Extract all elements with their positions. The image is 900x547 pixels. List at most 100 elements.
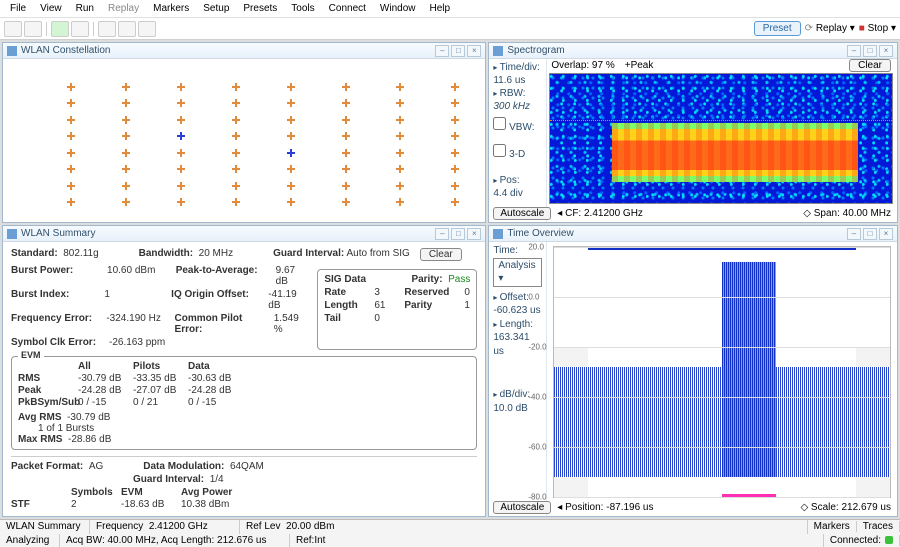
menu-presets[interactable]: Presets — [237, 2, 283, 15]
constellation-point — [232, 198, 240, 206]
panel-icon — [7, 46, 17, 56]
spectrogram-sidebar: ▸ Time/div: 11.6 us ▸ RBW: 300 kHz VBW: … — [489, 59, 547, 222]
constellation-point — [287, 182, 295, 190]
spectrogram-plot[interactable] — [549, 73, 893, 204]
toolbar: Preset ⟳ Replay ▾ ■ Stop ▾ — [0, 18, 900, 40]
panel-close-icon[interactable]: × — [879, 45, 893, 57]
constellation-point — [177, 116, 185, 124]
constellation-point — [451, 149, 459, 157]
panel-min-icon[interactable]: – — [847, 45, 861, 57]
constellation-point — [451, 83, 459, 91]
constellation-point — [232, 165, 240, 173]
replay-button[interactable]: ⟳ Replay ▾ — [805, 23, 855, 34]
constellation-point — [396, 132, 404, 140]
tool-zoom-icon[interactable] — [138, 21, 156, 37]
constellation-point — [67, 165, 75, 173]
summary-clear-button[interactable]: Clear — [420, 248, 462, 261]
constellation-point — [177, 149, 185, 157]
constellation-point — [451, 198, 459, 206]
stop-button[interactable]: ■ Stop ▾ — [859, 23, 896, 34]
constellation-point — [67, 198, 75, 206]
constellation-point — [287, 116, 295, 124]
menu-window[interactable]: Window — [374, 2, 422, 15]
constellation-point — [342, 149, 350, 157]
constellation-point — [396, 198, 404, 206]
connected-led-icon — [885, 536, 893, 544]
tool-marker-icon[interactable] — [98, 21, 116, 37]
menu-run[interactable]: Run — [70, 2, 100, 15]
menu-file[interactable]: File — [4, 2, 32, 15]
constellation-point — [177, 182, 185, 190]
constellation-point — [451, 116, 459, 124]
constellation-point — [177, 198, 185, 206]
panel-max-icon[interactable]: □ — [451, 228, 465, 240]
tool-pause-icon[interactable] — [71, 21, 89, 37]
menu-connect[interactable]: Connect — [323, 2, 372, 15]
spectro-autoscale-button[interactable]: Autoscale — [493, 207, 551, 220]
menu-setup[interactable]: Setup — [197, 2, 235, 15]
y-tick-label: -40.0 — [528, 393, 546, 402]
constellation-point — [451, 99, 459, 107]
constellation-point — [342, 182, 350, 190]
panel-min-icon[interactable]: – — [435, 45, 449, 57]
menu-help[interactable]: Help — [423, 2, 456, 15]
constellation-point — [232, 132, 240, 140]
status-bar: WLAN Summary Frequency 2.41200 GHz Ref L… — [0, 519, 900, 547]
spectro-clear-button[interactable]: Clear — [849, 59, 891, 72]
panel-wlan-summary: WLAN Summary – □ × Standard: 802.11g Ban… — [2, 225, 486, 517]
constellation-point — [122, 83, 130, 91]
panel-icon — [493, 229, 503, 239]
panel-title: WLAN Summary — [21, 228, 95, 239]
tool-run-icon[interactable] — [51, 21, 69, 37]
constellation-plot[interactable] — [7, 63, 481, 218]
y-tick-label: -20.0 — [528, 343, 546, 352]
panel-min-icon[interactable]: – — [435, 228, 449, 240]
constellation-point — [451, 165, 459, 173]
panel-close-icon[interactable]: × — [467, 45, 481, 57]
traces-button[interactable]: Traces — [857, 521, 900, 532]
time-select[interactable]: Analysis ▾ — [493, 258, 542, 287]
menu-replay[interactable]: Replay — [102, 2, 145, 15]
constellation-point — [287, 149, 295, 157]
tool-save-icon[interactable] — [24, 21, 42, 37]
status-analyzing: Analyzing — [0, 534, 60, 547]
constellation-point — [287, 198, 295, 206]
panel-min-icon[interactable]: – — [847, 228, 861, 240]
constellation-point — [287, 165, 295, 173]
wlan-summary-body: Standard: 802.11g Bandwidth: 20 MHz Guar… — [3, 242, 485, 516]
status-wlan[interactable]: WLAN Summary — [0, 520, 90, 534]
panel-close-icon[interactable]: × — [467, 228, 481, 240]
menu-view[interactable]: View — [34, 2, 68, 15]
constellation-point — [122, 149, 130, 157]
constellation-point — [122, 99, 130, 107]
constellation-point — [342, 132, 350, 140]
constellation-point — [451, 182, 459, 190]
panel-max-icon[interactable]: □ — [451, 45, 465, 57]
tool-trace-icon[interactable] — [118, 21, 136, 37]
panel-close-icon[interactable]: × — [879, 228, 893, 240]
menu-tools[interactable]: Tools — [285, 2, 320, 15]
panel-max-icon[interactable]: □ — [863, 228, 877, 240]
constellation-point — [177, 99, 185, 107]
preset-button[interactable]: Preset — [754, 21, 801, 36]
timeov-autoscale-button[interactable]: Autoscale — [493, 501, 551, 514]
panel-max-icon[interactable]: □ — [863, 45, 877, 57]
3d-checkbox[interactable] — [493, 144, 506, 157]
markers-button[interactable]: Markers — [808, 521, 857, 532]
constellation-point — [396, 83, 404, 91]
panel-icon — [493, 46, 503, 56]
constellation-point — [342, 165, 350, 173]
y-tick-label: -60.0 — [528, 443, 546, 452]
panel-spectrogram: Spectrogram – □ × ▸ Time/div: 11.6 us ▸ … — [488, 42, 898, 223]
constellation-point — [342, 99, 350, 107]
y-tick-label: 20.0 — [528, 243, 544, 252]
vbw-checkbox[interactable] — [493, 117, 506, 130]
time-overview-plot[interactable]: 20.00.0-20.0-40.0-60.0-80.0 — [553, 246, 891, 498]
constellation-point — [122, 132, 130, 140]
constellation-point — [122, 165, 130, 173]
constellation-point — [122, 198, 130, 206]
constellation-point — [342, 198, 350, 206]
tool-open-icon[interactable] — [4, 21, 22, 37]
menu-markers[interactable]: Markers — [147, 2, 195, 15]
constellation-point — [396, 149, 404, 157]
